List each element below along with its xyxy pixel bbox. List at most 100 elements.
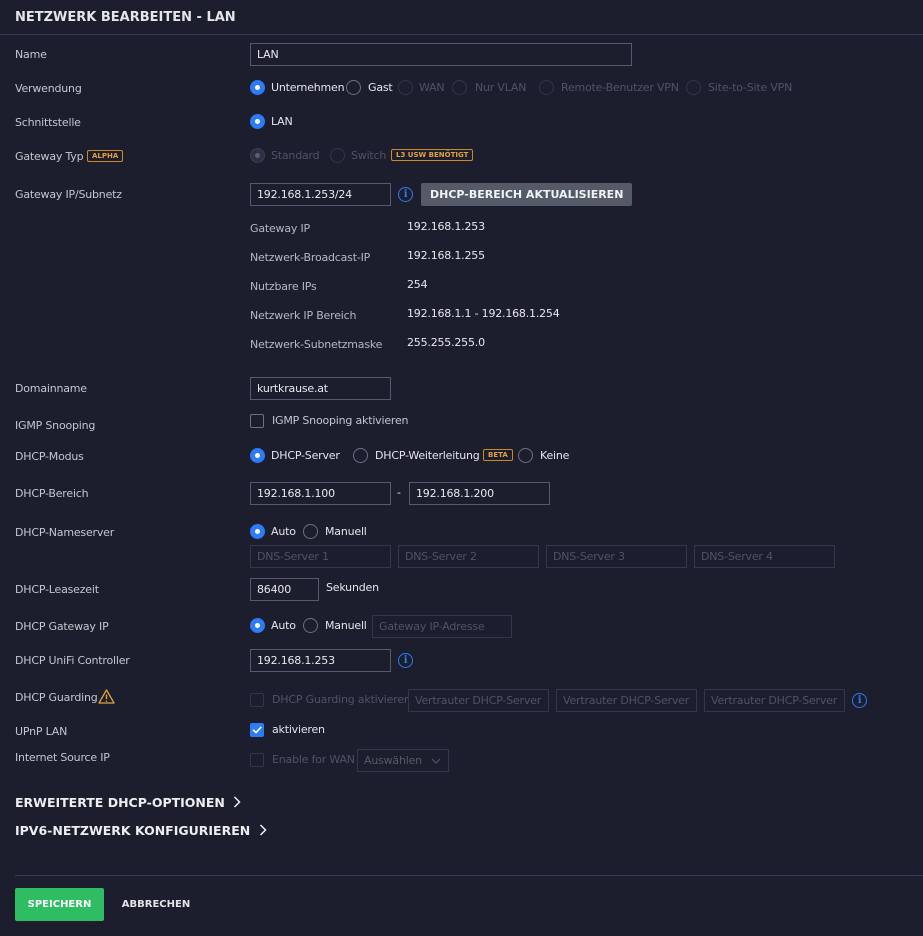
dhcp-mode-label: DHCP-Modus bbox=[15, 450, 84, 463]
usage-label: Verwendung bbox=[15, 82, 82, 95]
dhcp-mode-radio-relay[interactable] bbox=[353, 448, 368, 463]
divider bbox=[0, 34, 923, 35]
enable-wan-checkbox-label: Enable for WAN bbox=[272, 753, 355, 766]
nameserver-radio-manual[interactable] bbox=[303, 524, 318, 539]
info-icon[interactable]: i bbox=[398, 653, 413, 668]
name-label: Name bbox=[15, 48, 47, 61]
usage-radio-vlan bbox=[452, 80, 467, 95]
usage-radio-unternehmen[interactable] bbox=[250, 80, 265, 95]
dns-server-2-input bbox=[398, 545, 539, 568]
controller-ip-input[interactable] bbox=[250, 649, 391, 672]
igmp-checkbox-label: IGMP Snooping aktivieren bbox=[272, 414, 409, 427]
subnet-info-value: 192.168.1.253 bbox=[407, 220, 485, 233]
chevron-right-icon bbox=[234, 796, 241, 808]
alpha-badge: ALPHA bbox=[87, 150, 124, 162]
nameserver-option-label: Auto bbox=[271, 525, 296, 538]
divider bbox=[15, 875, 923, 876]
source-ip-select: Auswählen bbox=[357, 749, 449, 772]
range-separator: - bbox=[397, 486, 401, 499]
usage-radio-site-vpn bbox=[686, 80, 701, 95]
igmp-label: IGMP Snooping bbox=[15, 419, 96, 432]
internet-source-label: Internet Source IP bbox=[15, 751, 110, 764]
warning-icon bbox=[98, 689, 115, 704]
advanced-dhcp-options-toggle[interactable]: ERWEITERTE DHCP-OPTIONEN bbox=[15, 795, 241, 810]
dhcp-gateway-radio-auto[interactable] bbox=[250, 618, 265, 633]
chevron-right-icon bbox=[259, 824, 267, 836]
dns-server-4-input bbox=[694, 545, 835, 568]
gateway-type-option-label: Standard bbox=[271, 149, 320, 162]
gateway-ip-input bbox=[372, 615, 512, 638]
gateway-type-option-label: Switch bbox=[351, 149, 387, 162]
name-input[interactable] bbox=[250, 43, 632, 66]
trusted-dhcp-server-1-input bbox=[408, 689, 549, 712]
update-dhcp-range-button[interactable]: DHCP-BEREICH AKTUALISIEREN bbox=[421, 183, 633, 206]
nameserver-option-label: Manuell bbox=[325, 525, 367, 538]
subnet-info-value: 192.168.1.1 - 192.168.1.254 bbox=[407, 307, 560, 320]
dhcp-gateway-radio-manual[interactable] bbox=[303, 618, 318, 633]
subnet-info-value: 255.255.255.0 bbox=[407, 336, 485, 349]
ipv6-config-toggle[interactable]: IPV6-NETZWERK KONFIGURIEREN bbox=[15, 823, 267, 838]
usage-radio-gast[interactable] bbox=[346, 80, 361, 95]
dhcp-mode-radio-server[interactable] bbox=[250, 448, 265, 463]
chevron-down-icon bbox=[431, 758, 441, 764]
subnet-info-label: Netzwerk-Subnetzmaske bbox=[250, 338, 383, 351]
enable-wan-checkbox bbox=[250, 753, 264, 767]
dhcp-range-start-input[interactable] bbox=[250, 482, 391, 505]
interface-radio-lan[interactable] bbox=[250, 114, 265, 129]
subnet-info-label: Netzwerk-Broadcast-IP bbox=[250, 251, 371, 264]
dhcp-lease-label: DHCP-Leasezeit bbox=[15, 583, 99, 596]
dhcp-guarding-label: DHCP Guarding bbox=[15, 691, 98, 704]
usage-option-label: Nur VLAN bbox=[475, 81, 527, 94]
dhcp-mode-option-label: Keine bbox=[540, 449, 570, 462]
gateway-type-label: Gateway Typ bbox=[15, 150, 84, 163]
interface-label: Schnittstelle bbox=[15, 116, 81, 129]
gateway-subnet-label: Gateway IP/Subnetz bbox=[15, 188, 122, 201]
trusted-dhcp-server-2-input bbox=[556, 689, 697, 712]
upnp-checkbox-label: aktivieren bbox=[272, 723, 325, 736]
usage-radio-wan bbox=[398, 80, 413, 95]
dns-server-1-input bbox=[250, 545, 391, 568]
dhcp-mode-radio-none[interactable] bbox=[518, 448, 533, 463]
usage-option-label: Gast bbox=[368, 81, 393, 94]
lease-unit: Sekunden bbox=[326, 581, 379, 594]
usage-option-label: Unternehmen bbox=[271, 81, 345, 94]
domain-label: Domainname bbox=[15, 382, 87, 395]
igmp-checkbox[interactable] bbox=[250, 414, 264, 428]
cancel-button[interactable]: ABBRECHEN bbox=[112, 888, 200, 921]
upnp-checkbox[interactable] bbox=[250, 723, 264, 737]
gateway-type-radio-standard bbox=[250, 148, 265, 163]
source-ip-select-value: Auswählen bbox=[364, 754, 422, 767]
gateway-subnet-input[interactable] bbox=[250, 183, 391, 206]
beta-badge: BETA bbox=[483, 449, 513, 461]
dhcp-mode-option-label: DHCP-Weiterleitung bbox=[375, 449, 480, 462]
info-icon[interactable]: i bbox=[852, 693, 867, 708]
section-title: IPV6-NETZWERK KONFIGURIEREN bbox=[15, 823, 251, 838]
dns-server-3-input bbox=[546, 545, 687, 568]
usage-option-label: WAN bbox=[419, 81, 445, 94]
subnet-info-label: Netzwerk IP Bereich bbox=[250, 309, 357, 322]
page-title: NETZWERK BEARBEITEN - LAN bbox=[15, 10, 236, 25]
checkmark-icon bbox=[252, 726, 262, 734]
subnet-info-label: Gateway IP bbox=[250, 222, 310, 235]
info-icon[interactable]: i bbox=[398, 187, 413, 202]
nameserver-radio-auto[interactable] bbox=[250, 524, 265, 539]
dhcp-nameserver-label: DHCP-Nameserver bbox=[15, 526, 115, 539]
dhcp-guarding-checkbox bbox=[250, 693, 264, 707]
domain-input[interactable] bbox=[250, 377, 391, 400]
dhcp-range-end-input[interactable] bbox=[409, 482, 550, 505]
save-button[interactable]: SPEICHERN bbox=[15, 888, 104, 921]
subnet-info-value: 192.168.1.255 bbox=[407, 249, 485, 262]
usage-option-label: Site-to-Site VPN bbox=[708, 81, 793, 94]
usage-radio-remote-vpn bbox=[539, 80, 554, 95]
dhcp-controller-label: DHCP UniFi Controller bbox=[15, 654, 130, 667]
lease-time-input[interactable] bbox=[250, 578, 319, 601]
dhcp-guarding-checkbox-label: DHCP Guarding aktivieren bbox=[272, 693, 411, 706]
dhcp-range-label: DHCP-Bereich bbox=[15, 487, 89, 500]
interface-option-label: LAN bbox=[271, 115, 293, 128]
usage-option-label: Remote-Benutzer VPN bbox=[561, 81, 679, 94]
dhcp-gateway-option-label: Auto bbox=[271, 619, 296, 632]
upnp-label: UPnP LAN bbox=[15, 725, 68, 738]
dhcp-gateway-label: DHCP Gateway IP bbox=[15, 620, 109, 633]
l3-usw-badge: L3 USW BENÖTIGT bbox=[391, 149, 474, 161]
trusted-dhcp-server-3-input bbox=[704, 689, 845, 712]
